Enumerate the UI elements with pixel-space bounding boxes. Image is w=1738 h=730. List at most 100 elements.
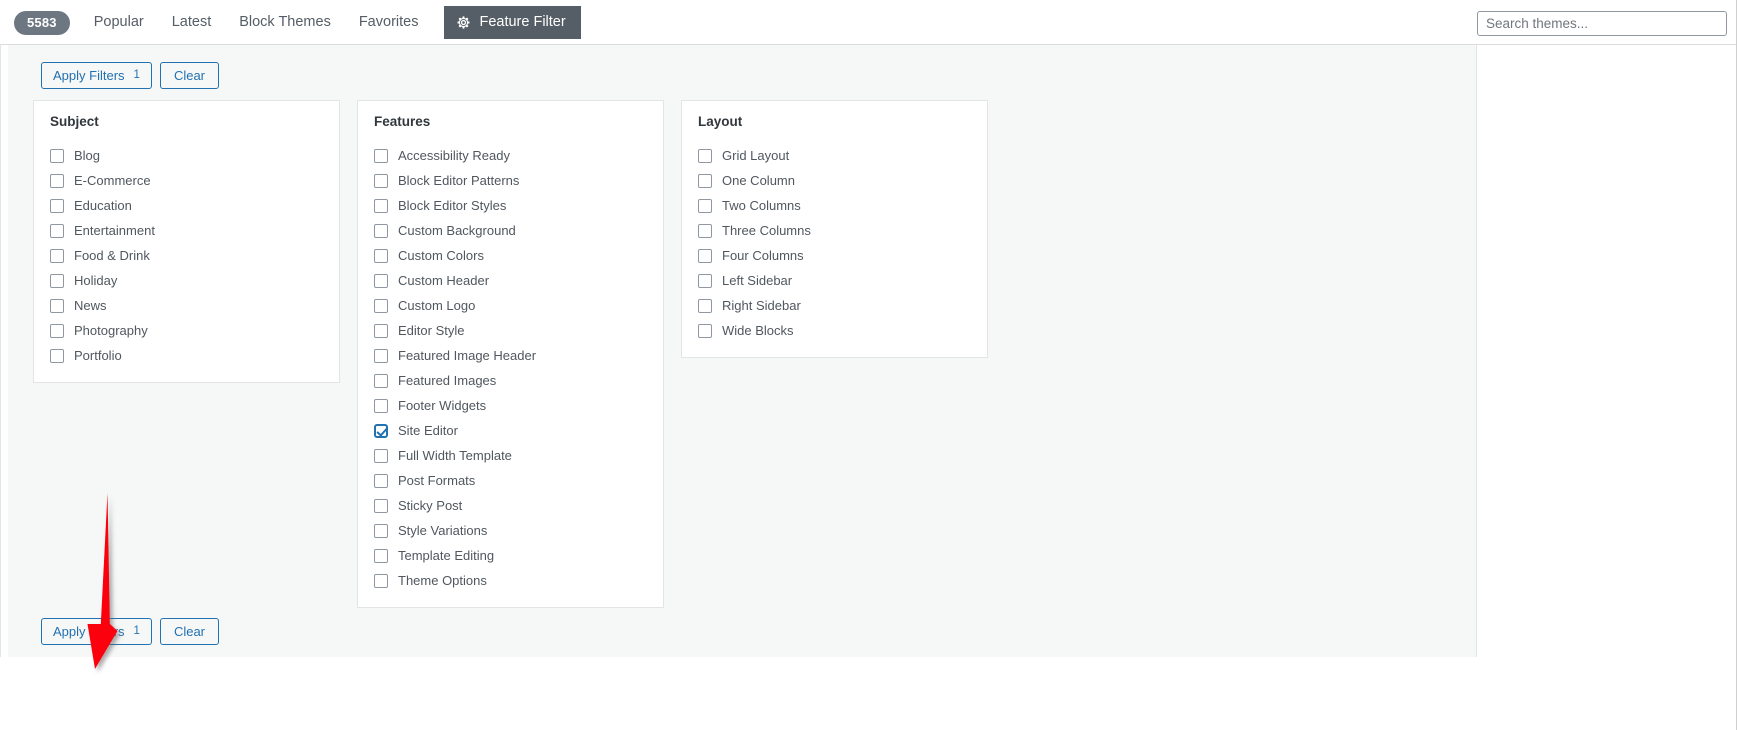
checkbox-icon[interactable]	[50, 248, 64, 263]
checkbox-icon[interactable]	[698, 148, 712, 163]
checkbox-icon[interactable]	[374, 173, 388, 188]
checkbox-icon[interactable]	[698, 173, 712, 188]
checkbox-row-full-width-template[interactable]: Full Width Template	[374, 443, 647, 468]
checkbox-icon[interactable]	[374, 223, 388, 238]
checkbox-icon[interactable]	[698, 298, 712, 313]
checkbox-icon[interactable]	[50, 348, 64, 363]
filter-actions-bottom: Apply Filters 1 Clear	[41, 618, 220, 645]
checkbox-icon[interactable]	[374, 498, 388, 513]
checkbox-icon[interactable]	[698, 323, 712, 338]
clear-filters-button-top[interactable]: Clear	[159, 62, 220, 89]
checkbox-icon[interactable]	[374, 148, 388, 163]
checkbox-icon[interactable]	[374, 523, 388, 538]
checkbox-row-block-editor-patterns[interactable]: Block Editor Patterns	[374, 168, 647, 193]
checkbox-row-food-and-drink[interactable]: Food & Drink	[50, 243, 323, 268]
checkbox-icon[interactable]	[698, 223, 712, 238]
checkbox-icon[interactable]	[374, 548, 388, 563]
checkbox-row-grid-layout[interactable]: Grid Layout	[698, 143, 971, 168]
checkbox-icon[interactable]	[50, 173, 64, 188]
checkbox-icon[interactable]	[50, 323, 64, 338]
checkbox-row-four-columns[interactable]: Four Columns	[698, 243, 971, 268]
checkbox-row-template-editing[interactable]: Template Editing	[374, 543, 647, 568]
checkbox-row-wide-blocks[interactable]: Wide Blocks	[698, 318, 971, 343]
checkbox-label: News	[74, 298, 107, 314]
apply-filters-button-bottom[interactable]: Apply Filters 1	[41, 618, 152, 645]
checkbox-label: Featured Images	[398, 373, 497, 389]
checkbox-row-three-columns[interactable]: Three Columns	[698, 218, 971, 243]
checkbox-row-accessibility-ready[interactable]: Accessibility Ready	[374, 143, 647, 168]
checkbox-label: Template Editing	[398, 548, 495, 564]
checkbox-row-portfolio[interactable]: Portfolio	[50, 343, 323, 368]
apply-filters-count-top: 1	[133, 68, 140, 81]
checkbox-label: E-Commerce	[74, 173, 151, 189]
checkbox-row-sticky-post[interactable]: Sticky Post	[374, 493, 647, 518]
filter-actions-top: Apply Filters 1 Clear	[41, 62, 220, 89]
checkbox-row-left-sidebar[interactable]: Left Sidebar	[698, 268, 971, 293]
checkbox-icon[interactable]	[374, 398, 388, 413]
theme-filter-page: 5583 Popular Latest Block Themes Favorit…	[0, 0, 1738, 730]
checkbox-icon[interactable]	[698, 248, 712, 263]
checkbox-row-e-commerce[interactable]: E-Commerce	[50, 168, 323, 193]
filter-group-features: Features Accessibility Ready Block Edito…	[357, 100, 664, 609]
checkbox-icon[interactable]	[374, 348, 388, 363]
checkbox-icon[interactable]	[374, 273, 388, 288]
checkbox-label: Food & Drink	[74, 248, 150, 264]
checkbox-label: Block Editor Styles	[398, 198, 507, 214]
filter-group-title-layout: Layout	[698, 114, 743, 129]
checkbox-label: Left Sidebar	[722, 273, 793, 289]
checkbox-row-one-column[interactable]: One Column	[698, 168, 971, 193]
checkbox-icon[interactable]	[374, 573, 388, 588]
checkbox-icon[interactable]	[50, 298, 64, 313]
checkbox-icon[interactable]	[50, 223, 64, 238]
checkbox-row-custom-colors[interactable]: Custom Colors	[374, 243, 647, 268]
checkbox-row-two-columns[interactable]: Two Columns	[698, 193, 971, 218]
checkbox-row-block-editor-styles[interactable]: Block Editor Styles	[374, 193, 647, 218]
nav-tab-favorites[interactable]: Favorites	[345, 7, 433, 38]
checkbox-icon[interactable]	[374, 198, 388, 213]
checkbox-icon[interactable]	[698, 273, 712, 288]
page-right-divider	[1736, 0, 1737, 730]
checkbox-label: Post Formats	[398, 473, 476, 489]
checkbox-row-style-variations[interactable]: Style Variations	[374, 518, 647, 543]
filter-group-title-subject: Subject	[50, 114, 99, 129]
checkbox-row-site-editor[interactable]: Site Editor	[374, 418, 647, 443]
checkbox-row-theme-options[interactable]: Theme Options	[374, 568, 647, 593]
clear-filters-button-bottom[interactable]: Clear	[159, 618, 220, 645]
checkbox-row-news[interactable]: News	[50, 293, 323, 318]
search-input[interactable]	[1477, 11, 1727, 36]
checkbox-row-custom-logo[interactable]: Custom Logo	[374, 293, 647, 318]
checkbox-row-featured-images[interactable]: Featured Images	[374, 368, 647, 393]
checkbox-icon[interactable]	[374, 373, 388, 388]
checkbox-row-photography[interactable]: Photography	[50, 318, 323, 343]
checkbox-icon[interactable]	[50, 198, 64, 213]
checkbox-label: Custom Background	[398, 223, 516, 239]
checkbox-icon[interactable]	[50, 148, 64, 163]
checkbox-row-custom-header[interactable]: Custom Header	[374, 268, 647, 293]
checkbox-icon[interactable]	[374, 323, 388, 338]
checkbox-row-entertainment[interactable]: Entertainment	[50, 218, 323, 243]
checkbox-row-education[interactable]: Education	[50, 193, 323, 218]
checkbox-label: Full Width Template	[398, 448, 512, 464]
apply-filters-button-top[interactable]: Apply Filters 1	[41, 62, 152, 89]
checkbox-icon[interactable]	[374, 298, 388, 313]
feature-filter-tab[interactable]: Feature Filter	[444, 6, 581, 39]
checkbox-icon-checked[interactable]	[374, 423, 388, 438]
checkbox-row-holiday[interactable]: Holiday	[50, 268, 323, 293]
nav-tab-latest[interactable]: Latest	[158, 7, 226, 38]
checkbox-row-post-formats[interactable]: Post Formats	[374, 468, 647, 493]
checkbox-icon[interactable]	[374, 473, 388, 488]
checkbox-row-custom-background[interactable]: Custom Background	[374, 218, 647, 243]
filter-group-title-features: Features	[374, 114, 431, 129]
checkbox-row-footer-widgets[interactable]: Footer Widgets	[374, 393, 647, 418]
checkbox-row-right-sidebar[interactable]: Right Sidebar	[698, 293, 971, 318]
filter-group-layout: Layout Grid Layout One Column Two Column…	[681, 100, 988, 359]
checkbox-icon[interactable]	[50, 273, 64, 288]
checkbox-row-blog[interactable]: Blog	[50, 143, 323, 168]
checkbox-icon[interactable]	[374, 248, 388, 263]
nav-tab-block-themes[interactable]: Block Themes	[225, 7, 345, 38]
checkbox-row-editor-style[interactable]: Editor Style	[374, 318, 647, 343]
nav-tab-popular[interactable]: Popular	[80, 7, 158, 38]
checkbox-row-featured-image-header[interactable]: Featured Image Header	[374, 343, 647, 368]
checkbox-icon[interactable]	[698, 198, 712, 213]
checkbox-icon[interactable]	[374, 448, 388, 463]
